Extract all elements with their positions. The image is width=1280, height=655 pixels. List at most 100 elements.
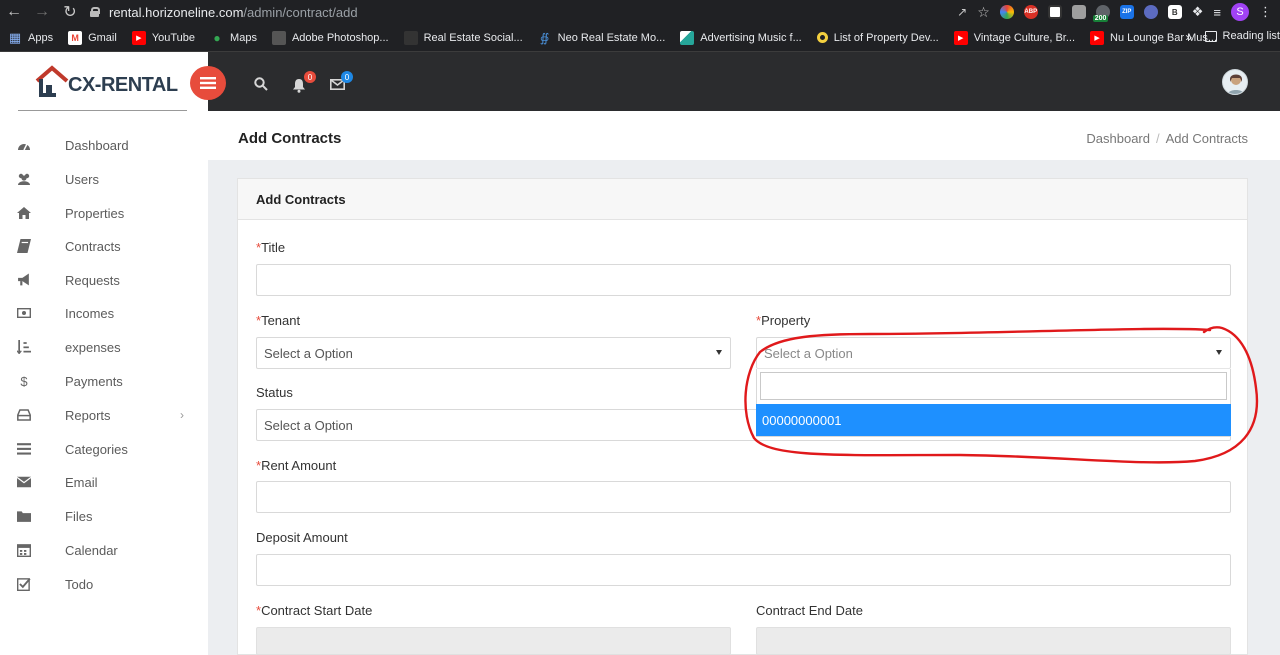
user-avatar[interactable]	[1222, 69, 1248, 95]
lock-icon	[90, 7, 100, 17]
bookmark-maps[interactable]: ● Maps	[210, 31, 257, 45]
deposit-amount-label: Deposit Amount	[256, 530, 348, 545]
logo-text: CX-RENTAL	[68, 74, 178, 96]
back-icon[interactable]: ←	[0, 0, 28, 24]
sort-list-icon	[17, 340, 31, 354]
bookmark-vintage-culture[interactable]: ▶ Vintage Culture, Br...	[953, 30, 1075, 45]
forward-icon[interactable]: →	[28, 0, 56, 24]
menu-icon	[200, 77, 216, 89]
zip-extension-icon[interactable]: ZIP	[1119, 5, 1134, 19]
color-wheel-extension-icon[interactable]	[999, 5, 1014, 19]
breadcrumb-dashboard-link[interactable]: Dashboard	[1086, 131, 1150, 146]
contract-start-date-input[interactable]	[256, 627, 731, 655]
reload-icon[interactable]: ↻	[56, 0, 84, 24]
sidebar-item-todo[interactable]: Todo	[0, 569, 208, 599]
dashboard-icon	[18, 143, 30, 151]
sidebar-item-properties[interactable]: Properties	[0, 198, 208, 228]
kebab-menu-icon[interactable]: ⋮	[1259, 4, 1272, 20]
property-dropdown-search-input[interactable]	[760, 372, 1227, 400]
notes-extension-icon[interactable]	[1047, 5, 1062, 19]
sidebar-item-contracts[interactable]: Contracts	[0, 231, 208, 261]
form-card-header	[237, 178, 1248, 220]
youtube-icon: ▶	[1090, 30, 1105, 45]
reading-list-button[interactable]: Reading list	[1204, 30, 1280, 42]
circle-icon	[816, 32, 828, 43]
status-label: Status	[256, 385, 293, 400]
book-icon	[17, 239, 31, 253]
caret-down-icon	[1216, 350, 1222, 355]
contract-end-date-input[interactable]	[756, 627, 1231, 655]
sidebar-item-email[interactable]: Email	[0, 467, 208, 497]
notifications-badge: 0	[304, 71, 316, 83]
contract-end-date-label: Contract End Date	[756, 603, 863, 618]
inbox-icon	[17, 409, 31, 421]
dollar-icon: $	[20, 373, 28, 389]
b-extension-icon[interactable]: B	[1167, 5, 1182, 19]
sidebar-item-dashboard[interactable]: Dashboard	[0, 130, 208, 160]
share-icon[interactable]: ↗	[957, 5, 967, 19]
tenant-label: *Tenant	[256, 313, 301, 328]
media-queue-icon[interactable]: ≡	[1213, 5, 1221, 20]
bookmarks-overflow-icon[interactable]: »	[1185, 30, 1192, 44]
status-select-value: Select a Option	[264, 417, 353, 433]
cursor-extension-icon[interactable]	[1143, 5, 1158, 19]
messages-badge: 0	[341, 71, 353, 83]
sidebar-item-requests[interactable]: Requests	[0, 265, 208, 295]
address-bar[interactable]: rental.horizoneline.com/admin/contract/a…	[90, 1, 950, 23]
sidebar-item-calendar[interactable]: Calendar	[0, 535, 208, 565]
caret-down-icon	[716, 350, 722, 355]
logo-area: CX-RENTAL	[0, 52, 208, 111]
bookmark-apps[interactable]: ▦ Apps	[8, 29, 53, 45]
bell-icon[interactable]	[292, 78, 306, 93]
sidebar-item-reports[interactable]: Reports ›	[0, 400, 208, 430]
bookmark-neo-real-estate[interactable]: ∯ Neo Real Estate Mo...	[538, 31, 665, 45]
extension-badge: 200	[1092, 15, 1109, 22]
bookmark-real-estate-social[interactable]: Real Estate Social...	[403, 30, 523, 45]
logo[interactable]: CX-RENTAL	[34, 65, 178, 98]
sidebar-item-files[interactable]: Files	[0, 501, 208, 531]
envelope-icon	[17, 476, 31, 488]
sidebar-item-payments[interactable]: $ Payments	[0, 366, 208, 396]
tenant-select-value: Select a Option	[264, 345, 353, 361]
star-icon[interactable]: ☆	[977, 4, 990, 21]
sidebar-item-expenses[interactable]: expenses	[0, 332, 208, 362]
property-select[interactable]: Select a Option	[756, 337, 1231, 369]
music-icon	[680, 30, 695, 45]
users-icon	[18, 173, 30, 185]
extension-tray: ↗ ☆ ABP 200 ZIP B ❖ ≡ S ⋮	[957, 2, 1272, 22]
camera-extension-icon[interactable]	[1071, 5, 1086, 19]
rent-amount-label: *Rent Amount	[256, 458, 337, 473]
counter-extension-icon[interactable]: 200	[1092, 5, 1110, 22]
adblock-extension-icon[interactable]: ABP	[1023, 5, 1038, 19]
list-icon	[17, 443, 31, 455]
bookmark-property-dev[interactable]: List of Property Dev...	[816, 32, 939, 44]
form-card-title: Add Contracts	[256, 192, 346, 207]
gmail-icon: M	[68, 30, 83, 45]
sidebar-item-categories[interactable]: Categories	[0, 434, 208, 464]
contract-start-date-label: *Contract Start Date	[256, 603, 373, 618]
real-estate-icon	[403, 30, 418, 45]
bookmark-gmail[interactable]: M Gmail	[68, 30, 117, 45]
search-icon[interactable]	[254, 77, 268, 91]
youtube-icon: ▶	[131, 30, 146, 45]
puzzle-icon[interactable]: ❖	[1192, 4, 1204, 20]
title-input[interactable]	[256, 264, 1231, 296]
bookmark-advertising-music[interactable]: Advertising Music f...	[680, 30, 802, 45]
tenant-select[interactable]: Select a Option	[256, 337, 731, 369]
sidebar: Dashboard Users Properties Contracts Req…	[0, 111, 208, 655]
deposit-amount-input[interactable]	[256, 554, 1231, 586]
sidebar-item-incomes[interactable]: Incomes	[0, 298, 208, 328]
menu-toggle-button[interactable]	[190, 66, 226, 100]
sidebar-item-users[interactable]: Users	[0, 164, 208, 194]
property-option[interactable]: 00000000001	[756, 404, 1231, 436]
bookmark-nu-lounge[interactable]: ▶ Nu Lounge Bar Mus...	[1090, 30, 1217, 45]
photoshop-icon	[271, 30, 286, 45]
apps-grid-icon: ▦	[8, 29, 22, 45]
bookmark-youtube[interactable]: ▶ YouTube	[131, 30, 195, 45]
rent-amount-input[interactable]	[256, 481, 1231, 513]
home-icon	[17, 207, 31, 219]
breadcrumb: Dashboard / Add Contracts	[1086, 131, 1248, 146]
bookmark-photoshop[interactable]: Adobe Photoshop...	[271, 30, 389, 45]
bookmarks-bar: ▦ Apps M Gmail ▶ YouTube ● Maps Adobe Photos…	[0, 24, 1280, 52]
profile-avatar[interactable]: S	[1231, 3, 1249, 21]
